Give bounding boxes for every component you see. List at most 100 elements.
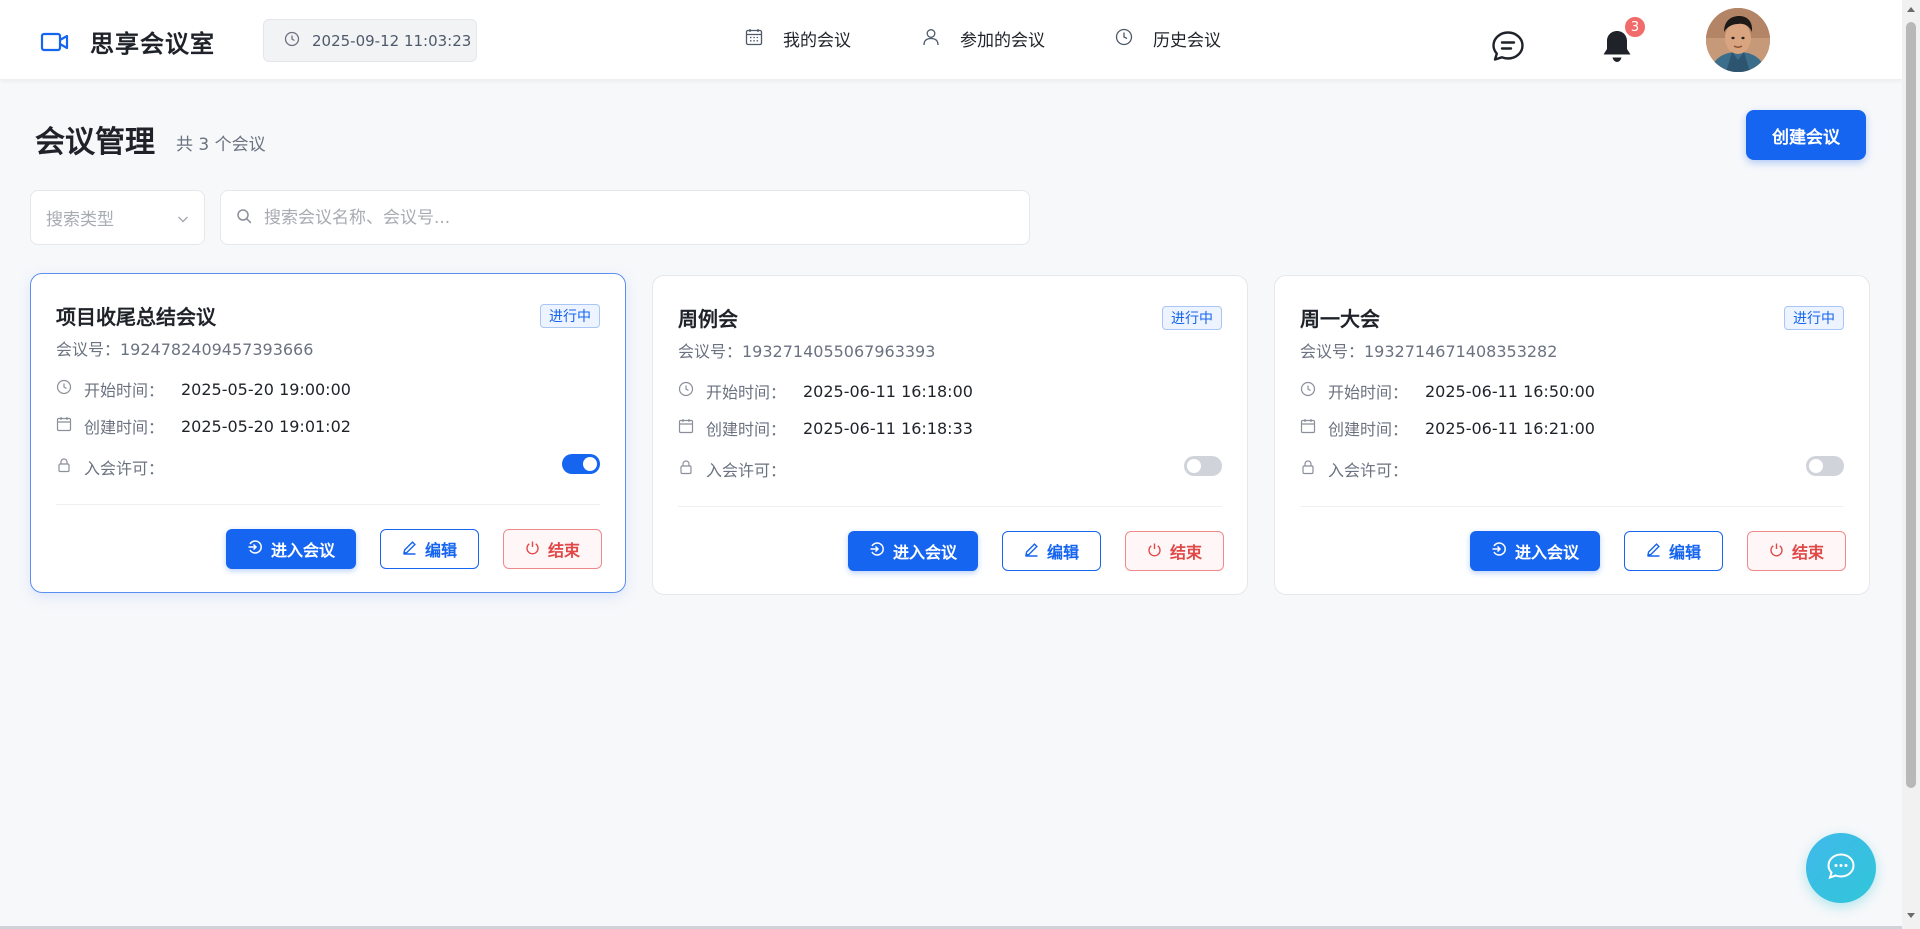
chat-icon[interactable] — [1491, 30, 1525, 62]
pencil-icon — [1646, 542, 1661, 561]
meeting-card[interactable]: 周例会 进行中 会议号：1932714055067963393 开始时间： 20… — [652, 275, 1248, 595]
power-icon — [525, 540, 540, 559]
edit-button[interactable]: 编辑 — [380, 529, 479, 569]
join-permission-toggle[interactable] — [562, 454, 600, 474]
floating-chat-button[interactable] — [1806, 833, 1876, 903]
toggle-knob — [1809, 459, 1823, 473]
end-meeting-button[interactable]: 结束 — [503, 529, 602, 569]
current-datetime: 2025-09-12 11:03:23 — [263, 19, 477, 62]
start-time-row: 开始时间： 2025-06-11 16:18:00 — [678, 379, 973, 403]
enter-icon — [869, 541, 885, 561]
created-time-value: 2025-05-20 19:01:02 — [181, 416, 351, 436]
enter-meeting-button[interactable]: 进入会议 — [1470, 531, 1600, 571]
search-type-select[interactable]: 搜索类型 — [30, 190, 205, 245]
created-time-row: 创建时间： 2025-06-11 16:21:00 — [1300, 416, 1595, 440]
card-divider — [1300, 506, 1844, 507]
nav-history-meetings[interactable]: 历史会议 — [1115, 26, 1221, 51]
edit-label: 编辑 — [1668, 543, 1701, 562]
meeting-card[interactable]: 项目收尾总结会议 进行中 会议号：1924782409457393666 开始时… — [30, 273, 626, 593]
pencil-icon — [402, 540, 417, 559]
app-name: 思享会议室 — [90, 30, 215, 58]
scroll-down-arrow-icon[interactable] — [1906, 911, 1916, 921]
calendar-icon — [1300, 418, 1316, 438]
enter-label: 进入会议 — [1514, 543, 1579, 562]
join-permission-row: 入会许可： — [56, 455, 181, 479]
page-title: 会议管理 — [35, 125, 155, 160]
nav-label: 历史会议 — [1153, 31, 1221, 51]
meeting-id: 会议号：1932714671408353282 — [1300, 342, 1558, 361]
lock-icon — [56, 457, 72, 477]
join-permission-toggle[interactable] — [1184, 456, 1222, 476]
search-box — [220, 190, 1030, 245]
search-type-placeholder: 搜索类型 — [46, 210, 114, 230]
enter-label: 进入会议 — [892, 543, 957, 562]
nav-label: 我的会议 — [783, 31, 851, 51]
calendar-icon — [678, 418, 694, 438]
meeting-title: 项目收尾总结会议 — [56, 305, 216, 329]
start-time-label: 开始时间： — [84, 381, 165, 400]
top-bar: 思享会议室 2025-09-12 11:03:23 我的会议 参加的会议 历史会… — [0, 0, 1902, 80]
status-badge: 进行中 — [1784, 306, 1844, 330]
created-time-row: 创建时间： 2025-05-20 19:01:02 — [56, 414, 351, 438]
end-label: 结束 — [547, 541, 580, 560]
enter-meeting-button[interactable]: 进入会议 — [848, 531, 978, 571]
start-time-value: 2025-05-20 19:00:00 — [181, 379, 351, 399]
start-time-label: 开始时间： — [1328, 383, 1409, 402]
pencil-icon — [1024, 542, 1039, 561]
created-time-value: 2025-06-11 16:21:00 — [1425, 418, 1595, 438]
start-time-value: 2025-06-11 16:18:00 — [803, 381, 973, 401]
enter-meeting-button[interactable]: 进入会议 — [226, 529, 356, 569]
edit-button[interactable]: 编辑 — [1624, 531, 1723, 571]
scrollbar-thumb[interactable] — [1906, 22, 1916, 788]
nav-my-meetings[interactable]: 我的会议 — [745, 26, 851, 51]
lock-icon — [1300, 459, 1316, 479]
status-badge: 进行中 — [1162, 306, 1222, 330]
meeting-count: 共 3 个会议 — [176, 135, 266, 155]
edit-label: 编辑 — [424, 541, 457, 560]
clock-icon — [678, 381, 694, 401]
created-time-row: 创建时间： 2025-06-11 16:18:33 — [678, 416, 973, 440]
end-meeting-button[interactable]: 结束 — [1125, 531, 1224, 571]
start-time-row: 开始时间： 2025-05-20 19:00:00 — [56, 377, 351, 401]
end-meeting-button[interactable]: 结束 — [1747, 531, 1846, 571]
join-permission-toggle[interactable] — [1806, 456, 1844, 476]
created-time-label: 创建时间： — [1328, 420, 1409, 439]
nav-label: 参加的会议 — [960, 31, 1045, 51]
created-time-label: 创建时间： — [84, 418, 165, 437]
clock-icon — [1300, 381, 1316, 401]
brand[interactable]: 思享会议室 — [40, 24, 215, 59]
calendar-icon — [56, 416, 72, 436]
edit-button[interactable]: 编辑 — [1002, 531, 1101, 571]
clock-icon — [1115, 28, 1133, 50]
lock-icon — [678, 459, 694, 479]
card-divider — [56, 504, 600, 505]
power-icon — [1147, 542, 1162, 561]
user-icon — [922, 28, 940, 50]
chat-bubble-icon — [1826, 852, 1856, 884]
join-permission-label: 入会许可： — [84, 459, 165, 478]
video-camera-icon — [40, 27, 70, 57]
meeting-id: 会议号：1932714055067963393 — [678, 342, 936, 361]
notification-badge: 3 — [1623, 15, 1647, 39]
create-meeting-button[interactable]: 创建会议 — [1746, 110, 1866, 160]
status-badge: 进行中 — [540, 304, 600, 328]
edit-label: 编辑 — [1046, 543, 1079, 562]
nav-joined-meetings[interactable]: 参加的会议 — [922, 26, 1045, 51]
clock-icon — [284, 31, 300, 51]
search-input[interactable] — [264, 207, 1004, 228]
power-icon — [1769, 542, 1784, 561]
created-time-label: 创建时间： — [706, 420, 787, 439]
avatar[interactable] — [1706, 8, 1770, 72]
start-time-row: 开始时间： 2025-06-11 16:50:00 — [1300, 379, 1595, 403]
toggle-knob — [1187, 459, 1201, 473]
join-permission-row: 入会许可： — [1300, 457, 1425, 481]
meeting-card[interactable]: 周一大会 进行中 会议号：1932714671408353282 开始时间： 2… — [1274, 275, 1870, 595]
end-label: 结束 — [1169, 543, 1202, 562]
datetime-text: 2025-09-12 11:03:23 — [312, 31, 472, 50]
join-permission-row: 入会许可： — [678, 457, 803, 481]
created-time-value: 2025-06-11 16:18:33 — [803, 418, 973, 438]
scroll-up-arrow-icon[interactable] — [1906, 4, 1916, 14]
start-time-value: 2025-06-11 16:50:00 — [1425, 381, 1595, 401]
search-icon — [236, 208, 252, 228]
enter-icon — [247, 539, 263, 559]
